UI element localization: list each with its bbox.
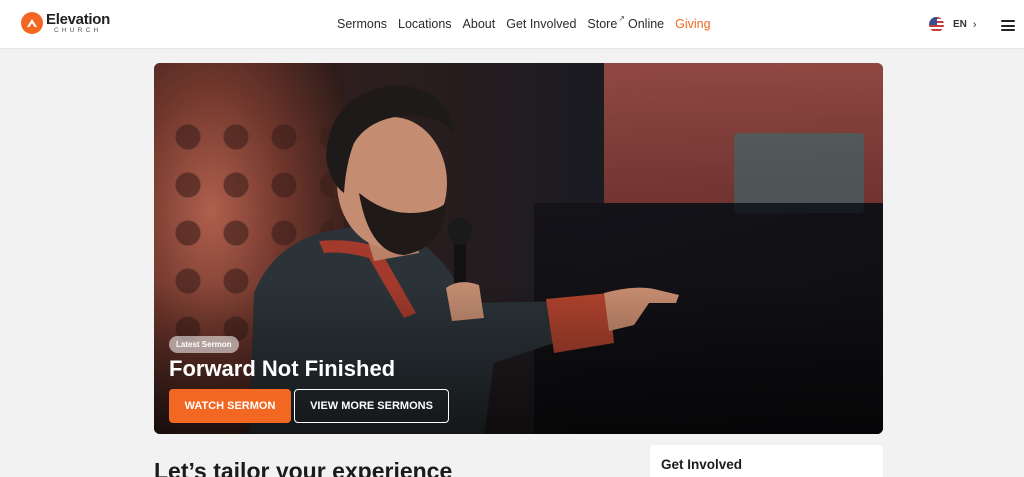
view-more-sermons-button[interactable]: VIEW MORE SERMONS xyxy=(294,389,449,423)
elevation-logo-icon xyxy=(21,12,43,35)
latest-sermon-badge: Latest Sermon xyxy=(169,336,239,353)
nav-online[interactable]: Online xyxy=(628,17,664,31)
nav-about[interactable]: About xyxy=(463,17,496,31)
elevation-logo[interactable]: Elevation CHURCH xyxy=(21,12,110,35)
nav-get-involved[interactable]: Get Involved xyxy=(506,17,576,31)
nav-sermons[interactable]: Sermons xyxy=(337,17,387,31)
main-nav: Sermons Locations About Get Involved Sto… xyxy=(337,14,711,31)
us-flag-icon xyxy=(929,17,944,32)
chevron-right-icon: › xyxy=(972,18,977,31)
external-link-icon: ↗ xyxy=(618,14,625,23)
logo-wordmark: Elevation xyxy=(46,11,110,28)
get-involved-card[interactable]: Get Involved xyxy=(650,445,883,477)
get-involved-card-title: Get Involved xyxy=(661,457,743,472)
sermon-title: Forward Not Finished xyxy=(169,356,396,381)
nav-store-label: Store xyxy=(587,17,618,31)
tailor-experience-heading: Let’s tailor your experience xyxy=(154,458,453,477)
hamburger-menu-icon[interactable] xyxy=(1001,20,1015,31)
language-selector[interactable]: EN › xyxy=(929,17,977,32)
latest-sermon-hero: Latest Sermon Forward Not Finished WATCH… xyxy=(154,63,883,434)
nav-giving[interactable]: Giving xyxy=(675,17,710,31)
site-header: Elevation CHURCH Sermons Locations About… xyxy=(0,0,1024,49)
watch-sermon-button[interactable]: WATCH SERMON xyxy=(169,389,291,423)
nav-locations[interactable]: Locations xyxy=(398,17,452,31)
nav-store[interactable]: Store xyxy=(587,17,617,31)
language-code: EN xyxy=(953,19,967,30)
logo-subtitle: CHURCH xyxy=(54,27,102,34)
